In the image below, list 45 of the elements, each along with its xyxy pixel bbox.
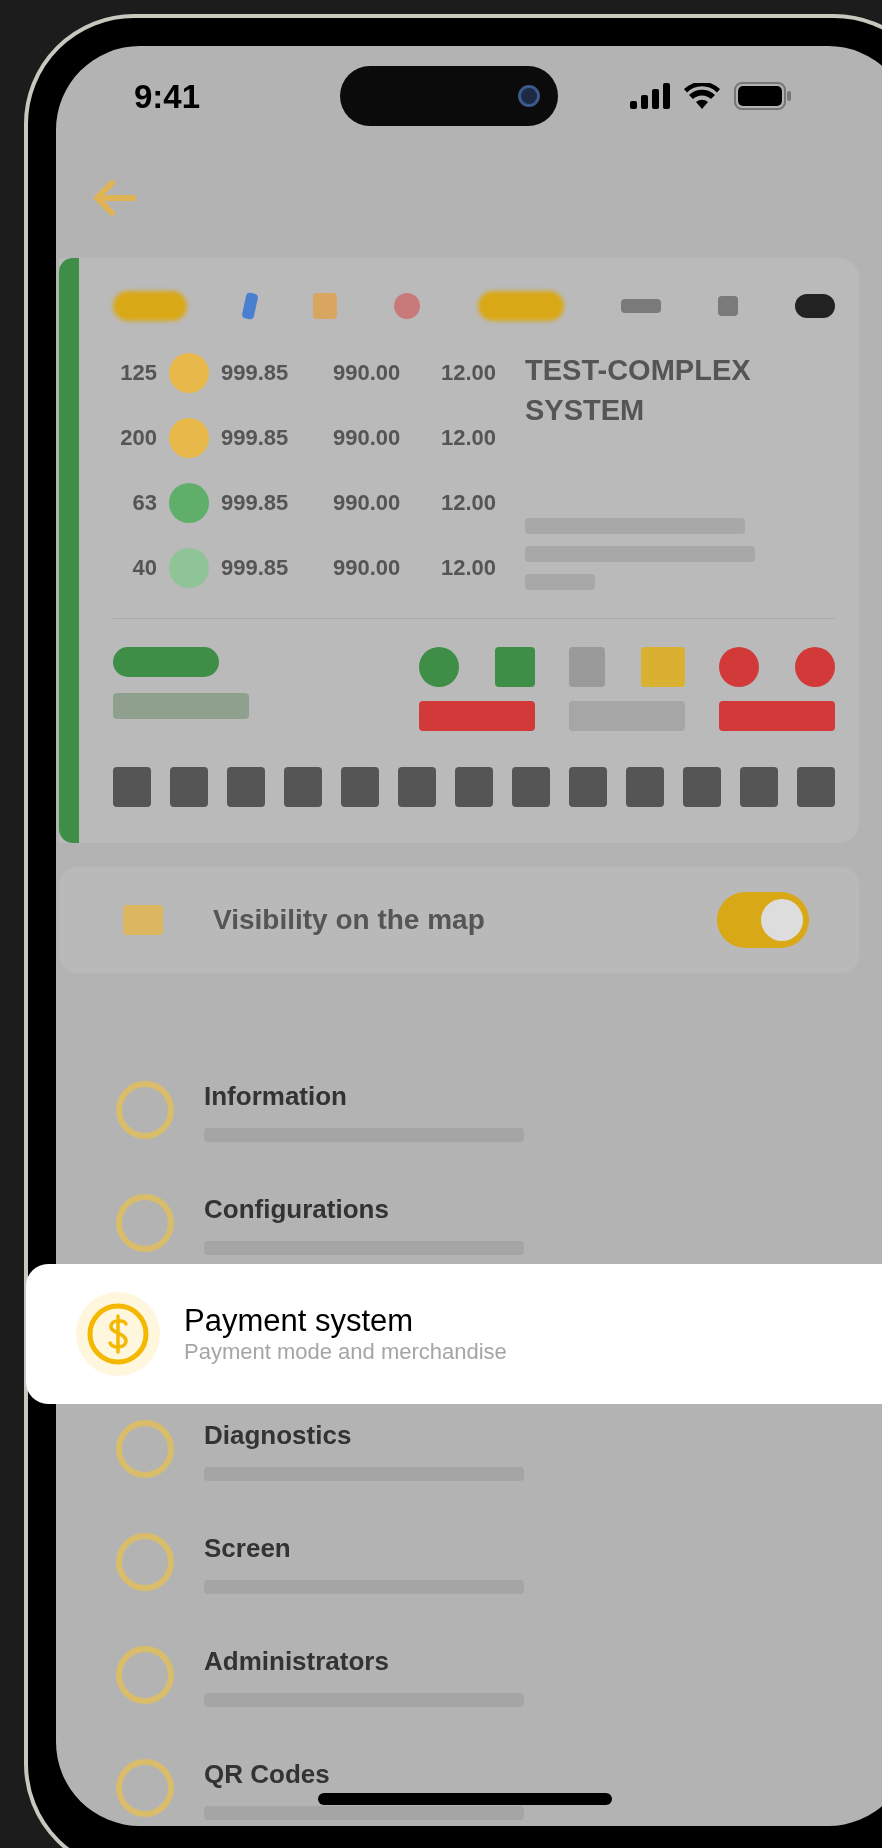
- wifi-icon: [684, 83, 720, 109]
- visibility-label: Visibility on the map: [213, 903, 485, 937]
- price-value: 12.00: [441, 489, 498, 517]
- round-status-icon: [419, 647, 459, 687]
- price-value: 12.00: [441, 554, 498, 582]
- round-icon: [116, 1758, 174, 1817]
- price-value: 999.85: [221, 359, 290, 387]
- back-arrow-icon: [92, 180, 136, 216]
- round-icon: [116, 1419, 174, 1478]
- status-time: 9:41: [134, 79, 201, 113]
- price-value: 990.00: [333, 359, 402, 387]
- round-icon: [116, 1532, 174, 1591]
- price-value: 999.85: [221, 554, 290, 582]
- round-icon: [116, 1645, 174, 1704]
- square-status-icon: [569, 647, 605, 687]
- square-status-icon: [495, 647, 535, 687]
- round-status-icon: [795, 647, 835, 687]
- battery-icon: [734, 82, 792, 110]
- power-value: 200: [119, 424, 157, 452]
- payment-system-title: Payment system: [184, 1303, 415, 1339]
- payment-system-card[interactable]: Payment system Payment mode and merchandise: [26, 1264, 882, 1404]
- menu-item-title[interactable]: Configurations: [204, 1190, 524, 1229]
- round-icon: [116, 1193, 174, 1252]
- price-value: 990.00: [333, 554, 402, 582]
- power-value: 40: [131, 554, 157, 582]
- price-value: 12.00: [441, 424, 498, 452]
- menu-item-title[interactable]: Administrators: [204, 1642, 524, 1681]
- signal-icon: [630, 83, 670, 109]
- power-value: 125: [119, 359, 157, 387]
- price-value: 990.00: [333, 424, 402, 452]
- price-value: 999.85: [221, 489, 290, 517]
- menu-item-title[interactable]: Information: [204, 1077, 524, 1116]
- camera-icon: [518, 85, 541, 107]
- power-value: 63: [131, 489, 157, 517]
- visibility-toggle[interactable]: [717, 892, 809, 948]
- menu-item-title[interactable]: Diagnostics: [204, 1416, 524, 1455]
- round-status-icon: [719, 647, 759, 687]
- menu-item-title[interactable]: QR Codes: [204, 1755, 524, 1794]
- round-icon: [116, 1080, 174, 1139]
- price-value: 990.00: [333, 489, 402, 517]
- menu-item-title[interactable]: Screen: [204, 1529, 524, 1568]
- price-value: 12.00: [441, 359, 498, 387]
- price-value: 999.85: [221, 424, 290, 452]
- payment-system-subtitle: Payment mode and merchandise: [184, 1339, 507, 1365]
- station-title: TEST-COMPLEX SYSTEM: [525, 353, 752, 428]
